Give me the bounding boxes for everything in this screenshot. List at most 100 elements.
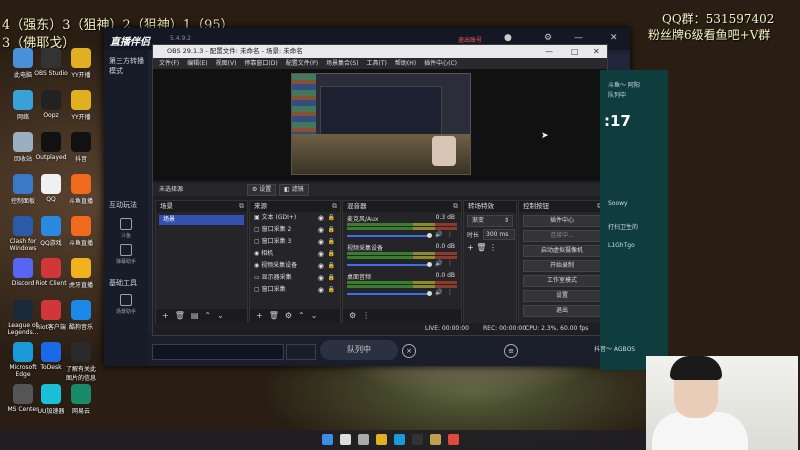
dock-float-icon[interactable]: ⧉ <box>239 201 244 212</box>
edge-icon[interactable] <box>394 434 405 445</box>
desktop-icon[interactable]: Outplayed <box>34 132 68 161</box>
desktop-icon[interactable]: Riot Client <box>34 258 68 287</box>
volume-slider[interactable]: 🔊 ⋮ <box>347 289 457 297</box>
desktop-icon[interactable]: 了解有关此图片的信息 <box>64 342 98 382</box>
control-button[interactable]: 设置 <box>523 290 601 302</box>
trash-icon[interactable]: 🗑 <box>175 311 185 320</box>
source-item[interactable]: ▣ 文本 (GDI+) ◉ 🔒 <box>250 212 340 224</box>
trash-icon[interactable]: 🗑 <box>476 243 486 252</box>
settings-icon[interactable]: ⚙ <box>544 33 552 43</box>
desktop-icon[interactable]: 斗鱼直播 <box>64 174 98 205</box>
minimize-icon[interactable]: — <box>574 33 583 43</box>
next-icon[interactable]: ≡ <box>504 344 518 358</box>
chrome-icon[interactable] <box>448 434 459 445</box>
visibility-eye-icon[interactable]: ◉ <box>318 248 324 260</box>
prev-icon[interactable]: × <box>402 344 416 358</box>
filter-icon[interactable]: ▤ <box>191 311 199 320</box>
add-icon[interactable]: + <box>256 311 263 320</box>
app-icon[interactable] <box>430 434 441 445</box>
source-item[interactable]: ▢ 窗口采集 2 ◉ 🔒 <box>250 224 340 236</box>
explorer-icon[interactable] <box>376 434 387 445</box>
visibility-eye-icon[interactable]: ◉ <box>318 260 324 272</box>
obs-icon[interactable] <box>412 434 423 445</box>
more-icon[interactable]: ⋮ <box>447 231 453 238</box>
desktop-icon[interactable]: ToDesk <box>34 342 68 371</box>
sidebar-item-douyu[interactable]: 斗鱼 <box>112 218 140 239</box>
dock-float-icon[interactable]: ⧉ <box>453 201 458 212</box>
control-button[interactable]: 连接中... <box>523 230 601 242</box>
control-button[interactable]: 工作室模式 <box>523 275 601 287</box>
add-icon[interactable]: + <box>467 243 474 252</box>
duration-input[interactable]: 300 ms <box>483 229 515 240</box>
scene-item[interactable]: 场景 <box>159 215 244 225</box>
visibility-eye-icon[interactable]: ◉ <box>318 284 324 296</box>
sidebar-item-danmaku[interactable]: 弹幕助手 <box>112 244 140 265</box>
menu-item[interactable]: 编辑(E) <box>187 60 207 67</box>
visibility-eye-icon[interactable]: ◉ <box>318 212 324 224</box>
add-icon[interactable]: + <box>162 311 169 320</box>
menu-item[interactable]: 文件(F) <box>159 60 179 67</box>
obs-preview[interactable]: ➤ <box>153 69 607 181</box>
taskview-icon[interactable] <box>358 434 369 445</box>
desktop-icon[interactable]: 抖音 <box>64 132 98 163</box>
more-icon[interactable]: ⋮ <box>489 243 497 252</box>
desktop-icon[interactable]: 酷狗音乐 <box>64 300 98 331</box>
send-button[interactable] <box>286 344 316 360</box>
volume-slider[interactable]: 🔊 ⋮ <box>347 260 457 268</box>
queue-button[interactable]: 队列中 <box>320 340 398 360</box>
dock-float-icon[interactable]: ⧉ <box>332 201 337 212</box>
transition-type-select[interactable]: 渐变 ⇕ <box>467 215 513 227</box>
visibility-eye-icon[interactable]: ◉ <box>318 224 324 236</box>
windows-icon[interactable] <box>322 434 333 445</box>
desktop-icon[interactable]: UU加速器 <box>34 384 68 415</box>
source-filters-button[interactable]: ◧ 滤镜 <box>279 184 309 196</box>
desktop-icon[interactable]: 网易云 <box>64 384 98 415</box>
desktop-icon[interactable]: OBS Studio <box>34 48 68 77</box>
more-icon[interactable]: ⋮ <box>447 260 453 267</box>
menu-item[interactable]: 视图(V) <box>216 60 237 67</box>
control-button[interactable]: 退出 <box>523 305 601 317</box>
desktop-icon[interactable]: QQ游戏 <box>34 216 68 247</box>
minimize-icon[interactable]: — <box>545 45 553 58</box>
audio-settings-icon[interactable]: ⚙ <box>349 311 356 320</box>
search-icon[interactable] <box>340 434 351 445</box>
gear-icon[interactable]: ⚙ <box>285 311 292 320</box>
lock-icon[interactable]: 🔒 <box>328 236 335 248</box>
source-item[interactable]: ◉ 相机 ◉ 🔒 <box>250 248 340 260</box>
desktop-icon[interactable]: Riot客户端 <box>34 300 68 331</box>
menu-item[interactable]: 停靠窗口(D) <box>244 60 277 67</box>
lock-icon[interactable]: 🔒 <box>328 224 335 236</box>
speaker-icon[interactable]: 🔊 <box>435 289 442 296</box>
source-settings-button[interactable]: ⚙ 设置 <box>247 184 277 196</box>
down-icon[interactable]: ⌄ <box>217 311 224 320</box>
menu-item[interactable]: 场景集合(S) <box>326 60 359 67</box>
lock-icon[interactable]: 🔒 <box>328 260 335 272</box>
visibility-eye-icon[interactable]: ◉ <box>318 236 324 248</box>
source-item[interactable]: ▢ 窗口采集 ◉ 🔒 <box>250 284 340 296</box>
close-icon[interactable]: ✕ <box>610 33 618 43</box>
menu-item[interactable]: 配置文件(P) <box>286 60 318 67</box>
menu-item[interactable]: 插件中心(C) <box>424 60 457 67</box>
speaker-icon[interactable]: 🔊 <box>435 260 442 267</box>
lock-icon[interactable]: 🔒 <box>328 284 335 296</box>
menu-item[interactable]: 帮助(H) <box>395 60 416 67</box>
source-item[interactable]: ▭ 显示器采集 ◉ 🔒 <box>250 272 340 284</box>
trash-icon[interactable]: 🗑 <box>269 311 279 320</box>
source-item[interactable]: ▢ 窗口采集 3 ◉ 🔒 <box>250 236 340 248</box>
desktop-icon[interactable]: QQ <box>34 174 68 203</box>
control-button[interactable]: 开始录制 <box>523 260 601 272</box>
lock-icon[interactable]: 🔒 <box>328 272 335 284</box>
desktop-icon[interactable]: YY开播 <box>64 90 98 121</box>
more-icon[interactable]: ⋮ <box>447 289 453 296</box>
exit-account-button[interactable]: 退出账号 <box>458 35 482 44</box>
sidebar-item-scene[interactable]: 场景助手 <box>112 294 140 315</box>
avatar[interactable]: ● <box>504 33 512 43</box>
desktop-icon[interactable]: Oopz <box>34 90 68 119</box>
music-icon[interactable] <box>466 434 477 445</box>
desktop-icon[interactable]: YY开播 <box>64 48 98 79</box>
more-icon[interactable]: ⋮ <box>362 311 370 320</box>
close-icon[interactable]: ✕ <box>593 45 600 58</box>
source-item[interactable]: ◉ 视频采集设备 ◉ 🔒 <box>250 260 340 272</box>
up-icon[interactable]: ⌃ <box>298 311 305 320</box>
control-button[interactable]: 插件中心 <box>523 215 601 227</box>
